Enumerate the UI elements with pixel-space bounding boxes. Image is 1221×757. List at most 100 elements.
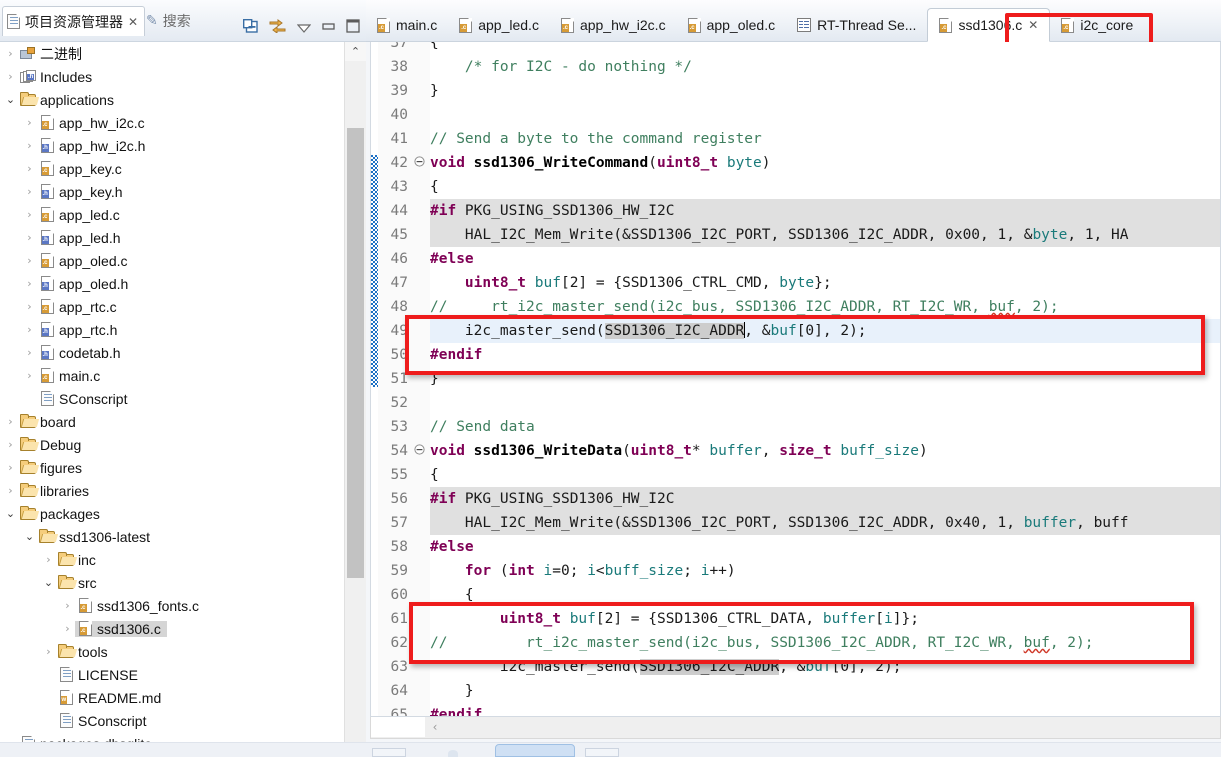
view-menu-icon[interactable]	[296, 21, 312, 33]
tree-item-app-led-c[interactable]: › app_led.c	[0, 203, 344, 226]
chevron-right-icon[interactable]: ›	[3, 70, 18, 83]
editor-tab-rt-thread-se[interactable]: RT-Thread Se...	[786, 8, 927, 42]
tree-item-inc[interactable]: › inc	[0, 548, 344, 571]
chevron-right-icon[interactable]: ›	[41, 645, 56, 658]
code-line[interactable]: #endif	[430, 343, 482, 367]
tree-item-ssd1306-latest[interactable]: ⌄ ssd1306-latest	[0, 525, 344, 548]
editor-tab-bar[interactable]: main.c app_led.c app_hw_i2c.c app_oled.c RT-…	[366, 0, 1221, 42]
code-line[interactable]: uint8_t buf[2] = {SSD1306_CTRL_DATA, buf…	[430, 607, 919, 631]
tree-item-tools[interactable]: › tools	[0, 640, 344, 663]
code-line[interactable]: {	[430, 42, 439, 55]
chevron-right-icon[interactable]: ›	[22, 277, 37, 290]
tree-item-packages[interactable]: ⌄ packages	[0, 502, 344, 525]
code-line[interactable]: }	[430, 367, 439, 391]
maximize-icon[interactable]	[346, 18, 360, 33]
tree-item-app-key-h[interactable]: › app_key.h	[0, 180, 344, 203]
chevron-right-icon[interactable]: ›	[3, 415, 18, 428]
chevron-right-icon[interactable]: ›	[22, 369, 37, 382]
editor-horizontal-scrollbar[interactable]: ‹	[370, 717, 1221, 739]
chevron-right-icon[interactable]: ›	[3, 47, 18, 60]
code-line[interactable]: i2c_master_send(SSD1306_I2C_ADDR, &buf[0…	[430, 319, 867, 343]
close-icon[interactable]: ✕	[1028, 19, 1038, 31]
code-line[interactable]: #else	[430, 535, 474, 559]
tree-item-sconscript[interactable]: SConscript	[0, 387, 344, 410]
code-line[interactable]: void ssd1306_WriteData(uint8_t* buffer, …	[430, 439, 928, 463]
chevron-right-icon[interactable]: ›	[22, 346, 37, 359]
tree-item-app-hw-i2c-h[interactable]: › app_hw_i2c.h	[0, 134, 344, 157]
tree-item-libraries[interactable]: › libraries	[0, 479, 344, 502]
tree-item-sconscript[interactable]: SConscript	[0, 709, 344, 732]
code-line[interactable]: /* for I2C - do nothing */	[430, 55, 692, 79]
code-line[interactable]: }	[430, 679, 474, 703]
code-line[interactable]: // Send data	[430, 415, 535, 439]
chevron-right-icon[interactable]: ›	[22, 323, 37, 336]
chevron-right-icon[interactable]: ›	[22, 300, 37, 313]
code-line[interactable]: HAL_I2C_Mem_Write(&SSD1306_I2C_PORT, SSD…	[430, 223, 1129, 247]
code-line[interactable]: // rt_i2c_master_send(i2c_bus, SSD1306_I…	[430, 631, 1093, 655]
tab-project-explorer[interactable]: 项目资源管理器 ✕	[2, 6, 146, 36]
code-line[interactable]: #endif	[430, 703, 482, 716]
chevron-down-icon[interactable]: ⌄	[3, 507, 18, 520]
tree-item-ssd1306-c[interactable]: › ssd1306.c	[0, 617, 344, 640]
chevron-right-icon[interactable]: ›	[3, 438, 18, 451]
project-explorer-scrollbar[interactable]: ⌃	[344, 42, 366, 757]
minimize-icon[interactable]	[322, 20, 335, 32]
chevron-down-icon[interactable]: ⌄	[41, 576, 56, 589]
scroll-left-icon[interactable]: ‹	[425, 717, 445, 737]
tree-item-main-c[interactable]: › main.c	[0, 364, 344, 387]
tree-item--[interactable]: › 二进制	[0, 42, 344, 65]
scrollbar-thumb[interactable]	[347, 128, 364, 578]
code-line[interactable]: // rt_i2c_master_send(i2c_bus, SSD1306_I…	[430, 295, 1059, 319]
taskbar-item-3[interactable]	[585, 748, 619, 757]
taskbar-item-2[interactable]	[448, 750, 458, 757]
chevron-right-icon[interactable]: ›	[22, 185, 37, 198]
code-line[interactable]: {	[430, 583, 474, 607]
code-line[interactable]: {	[430, 175, 439, 199]
tree-item-includes[interactable]: › Includes	[0, 65, 344, 88]
code-line[interactable]: i2c_master_send(SSD1306_I2C_ADDR, &buf[0…	[430, 655, 901, 679]
editor-tab-main-c[interactable]: main.c	[366, 8, 448, 42]
tree-item-app-rtc-c[interactable]: › app_rtc.c	[0, 295, 344, 318]
tree-item-app-oled-c[interactable]: › app_oled.c	[0, 249, 344, 272]
chevron-right-icon[interactable]: ›	[22, 139, 37, 152]
tree-item-board[interactable]: › board	[0, 410, 344, 433]
code-text-area[interactable]: { /* for I2C - do nothing */} // Send a b…	[430, 42, 1220, 716]
tree-item-figures[interactable]: › figures	[0, 456, 344, 479]
chevron-right-icon[interactable]: ›	[60, 622, 75, 635]
tree-item-app-oled-h[interactable]: › app_oled.h	[0, 272, 344, 295]
collapse-all-icon[interactable]	[242, 18, 258, 33]
tree-item-codetab-h[interactable]: › codetab.h	[0, 341, 344, 364]
chevron-right-icon[interactable]: ›	[41, 553, 56, 566]
chevron-right-icon[interactable]: ›	[22, 162, 37, 175]
tree-item-readme-md[interactable]: README.md	[0, 686, 344, 709]
code-line[interactable]: for (int i=0; i<buff_size; i++)	[430, 559, 736, 583]
code-line[interactable]: #else	[430, 247, 474, 271]
chevron-right-icon[interactable]: ›	[22, 116, 37, 129]
tab-search[interactable]: ✎ 搜索	[140, 6, 197, 36]
tree-item-app-led-h[interactable]: › app_led.h	[0, 226, 344, 249]
chevron-right-icon[interactable]: ›	[22, 254, 37, 267]
tree-item-applications[interactable]: ⌄ applications	[0, 88, 344, 111]
code-line[interactable]: #if PKG_USING_SSD1306_HW_I2C	[430, 199, 674, 223]
tree-item-app-hw-i2c-c[interactable]: › app_hw_i2c.c	[0, 111, 344, 134]
fold-collapse-icon[interactable]	[412, 151, 426, 175]
code-line[interactable]: }	[430, 79, 439, 103]
chevron-right-icon[interactable]: ›	[60, 599, 75, 612]
code-line[interactable]: void ssd1306_WriteCommand(uint8_t byte)	[430, 151, 771, 175]
editor-tab-i2c-core[interactable]: i2c_core	[1050, 8, 1144, 42]
fold-collapse-icon[interactable]	[412, 439, 426, 463]
code-line[interactable]: #if PKG_USING_SSD1306_HW_I2C	[430, 487, 674, 511]
code-line[interactable]: uint8_t buf[2] = {SSD1306_CTRL_CMD, byte…	[430, 271, 832, 295]
editor-tab-ssd1306-c[interactable]: ssd1306.c ✕	[927, 8, 1051, 42]
close-icon[interactable]: ✕	[128, 16, 138, 28]
editor-tab-app-led-c[interactable]: app_led.c	[448, 8, 550, 42]
editor-tab-app-oled-c[interactable]: app_oled.c	[677, 8, 787, 42]
tree-item-license[interactable]: LICENSE	[0, 663, 344, 686]
tree-item-ssd1306-fonts-c[interactable]: › ssd1306_fonts.c	[0, 594, 344, 617]
chevron-right-icon[interactable]: ›	[22, 208, 37, 221]
chevron-right-icon[interactable]: ›	[3, 484, 18, 497]
code-line[interactable]: {	[430, 463, 439, 487]
tree-item-app-rtc-h[interactable]: › app_rtc.h	[0, 318, 344, 341]
code-line[interactable]: HAL_I2C_Mem_Write(&SSD1306_I2C_PORT, SSD…	[430, 511, 1129, 535]
chevron-right-icon[interactable]: ›	[22, 231, 37, 244]
